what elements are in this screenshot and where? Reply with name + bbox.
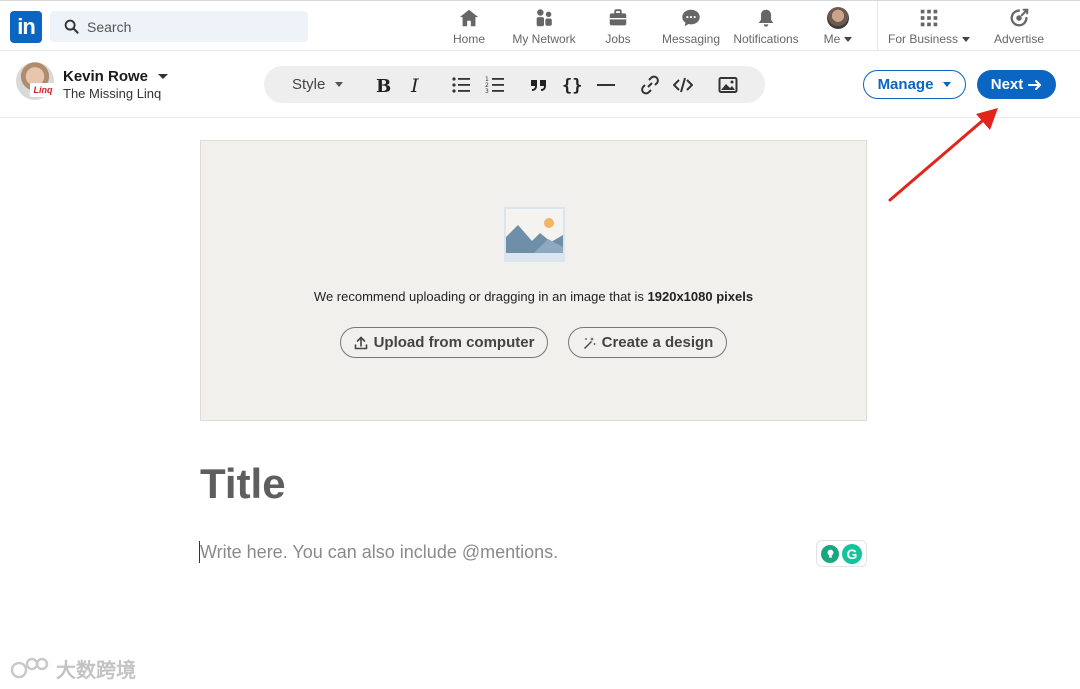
bulleted-list-icon bbox=[452, 76, 470, 93]
embed-code-button[interactable] bbox=[672, 66, 694, 103]
upload-recommendation-text: We recommend uploading or dragging in an… bbox=[313, 289, 648, 304]
quote-icon bbox=[531, 79, 546, 91]
grammarly-widget[interactable]: G bbox=[816, 540, 867, 567]
cover-image-dropzone[interactable]: We recommend uploading or dragging in an… bbox=[200, 140, 867, 421]
chevron-down-icon bbox=[335, 82, 344, 87]
nav-me-label-wrap: Me bbox=[824, 32, 853, 46]
bell-icon bbox=[758, 9, 774, 27]
upload-from-computer-label: Upload from computer bbox=[373, 334, 535, 351]
search-input[interactable] bbox=[87, 18, 287, 35]
svg-text:B: B bbox=[376, 76, 391, 95]
people-icon bbox=[536, 9, 552, 27]
chevron-down-icon bbox=[962, 36, 971, 42]
nav-messaging-label: Messaging bbox=[661, 32, 721, 46]
avatar bbox=[827, 7, 849, 29]
upload-from-computer-button[interactable]: Upload from computer bbox=[340, 327, 548, 358]
create-design-label: Create a design bbox=[601, 334, 714, 351]
link-button[interactable] bbox=[639, 66, 661, 103]
link-icon bbox=[641, 75, 659, 94]
quote-button[interactable] bbox=[528, 66, 550, 103]
nav-notifications[interactable]: Notifications bbox=[732, 7, 800, 47]
watermark-logo-icon bbox=[10, 657, 49, 678]
insert-image-button[interactable] bbox=[717, 66, 739, 103]
bulleted-list-button[interactable] bbox=[450, 66, 472, 103]
page-logo-badge: Linq bbox=[30, 83, 56, 97]
divider-button[interactable] bbox=[595, 66, 617, 103]
code-icon bbox=[673, 77, 693, 92]
nav-jobs-label: Jobs bbox=[605, 32, 631, 46]
style-label: Style bbox=[292, 76, 326, 93]
nav-my-network-label: My Network bbox=[512, 32, 576, 46]
nav-divider bbox=[877, 1, 878, 51]
search-icon bbox=[64, 19, 79, 34]
author-page-name: The Missing Linq bbox=[63, 86, 162, 101]
image-placeholder-icon bbox=[504, 207, 565, 262]
home-icon bbox=[459, 9, 479, 27]
nav-advertise-label: Advertise bbox=[993, 32, 1045, 46]
upload-recommendation-size: 1920x1080 pixels bbox=[647, 289, 754, 304]
nav-home-label: Home bbox=[453, 32, 486, 46]
italic-button[interactable]: I bbox=[407, 66, 427, 103]
grid-icon bbox=[920, 9, 938, 27]
nav-for-business-label: For Business bbox=[887, 32, 959, 46]
next-button[interactable]: Next bbox=[977, 70, 1056, 99]
upload-icon bbox=[354, 336, 367, 349]
bold-button[interactable]: B bbox=[372, 66, 394, 103]
author-switcher[interactable]: Kevin Rowe bbox=[63, 68, 169, 85]
nav-my-network[interactable]: My Network bbox=[511, 7, 577, 47]
create-design-button[interactable]: Create a design bbox=[568, 327, 727, 358]
nav-for-business[interactable]: For Business bbox=[887, 7, 971, 47]
image-icon bbox=[718, 76, 738, 93]
nav-notifications-label: Notifications bbox=[733, 32, 799, 46]
briefcase-icon bbox=[609, 9, 627, 26]
nav-messaging[interactable]: Messaging bbox=[662, 7, 720, 47]
numbered-list-button[interactable]: 123 bbox=[484, 66, 506, 103]
nav-jobs[interactable]: Jobs bbox=[603, 7, 633, 47]
author-name: Kevin Rowe bbox=[63, 68, 149, 85]
code-block-button[interactable]: {} bbox=[561, 66, 583, 103]
advertise-icon bbox=[1010, 8, 1029, 27]
search-bar[interactable] bbox=[50, 11, 308, 42]
arrow-right-icon bbox=[1028, 79, 1042, 90]
chat-icon bbox=[682, 9, 700, 27]
italic-icon: I bbox=[410, 75, 419, 95]
nav-me-label: Me bbox=[823, 32, 841, 46]
formatting-toolbar: Style B I 123 {} bbox=[264, 66, 765, 103]
nav-home[interactable]: Home bbox=[453, 7, 485, 47]
nav-advertise[interactable]: Advertise bbox=[993, 7, 1045, 47]
chevron-down-icon bbox=[158, 74, 169, 79]
bold-icon: B bbox=[376, 76, 391, 95]
svg-text:I: I bbox=[410, 75, 419, 95]
horizontal-rule-icon bbox=[597, 83, 615, 86]
manage-label: Manage bbox=[877, 76, 934, 93]
magic-wand-icon bbox=[583, 336, 596, 349]
numbered-list-icon: 123 bbox=[485, 76, 504, 95]
lightbulb-icon bbox=[821, 544, 839, 563]
global-nav: in Home My Network Jobs Messaging Notifi… bbox=[0, 0, 1080, 51]
article-title-input[interactable]: Title bbox=[200, 460, 286, 508]
watermark-text: 大数跨境 bbox=[56, 660, 136, 682]
watermark: 大数跨境 bbox=[10, 654, 136, 683]
linkedin-logo[interactable]: in bbox=[10, 11, 42, 43]
style-dropdown[interactable]: Style bbox=[292, 66, 344, 103]
svg-text:{}: {} bbox=[562, 76, 582, 95]
upload-recommendation: We recommend uploading or dragging in an… bbox=[201, 289, 866, 304]
chevron-down-icon bbox=[943, 82, 952, 87]
next-label: Next bbox=[990, 76, 1024, 93]
braces-icon: {} bbox=[562, 76, 582, 95]
grammarly-icon: G bbox=[842, 543, 862, 564]
nav-for-business-label-wrap: For Business bbox=[887, 32, 971, 46]
article-body-input[interactable]: Write here. You can also include @mentio… bbox=[200, 542, 558, 563]
editor-header: Linq Kevin Rowe The Missing Linq Style B… bbox=[0, 51, 1080, 118]
chevron-down-icon bbox=[844, 36, 853, 42]
nav-me[interactable]: Me bbox=[822, 7, 854, 47]
svg-text:3: 3 bbox=[485, 88, 489, 95]
manage-button[interactable]: Manage bbox=[863, 70, 966, 99]
